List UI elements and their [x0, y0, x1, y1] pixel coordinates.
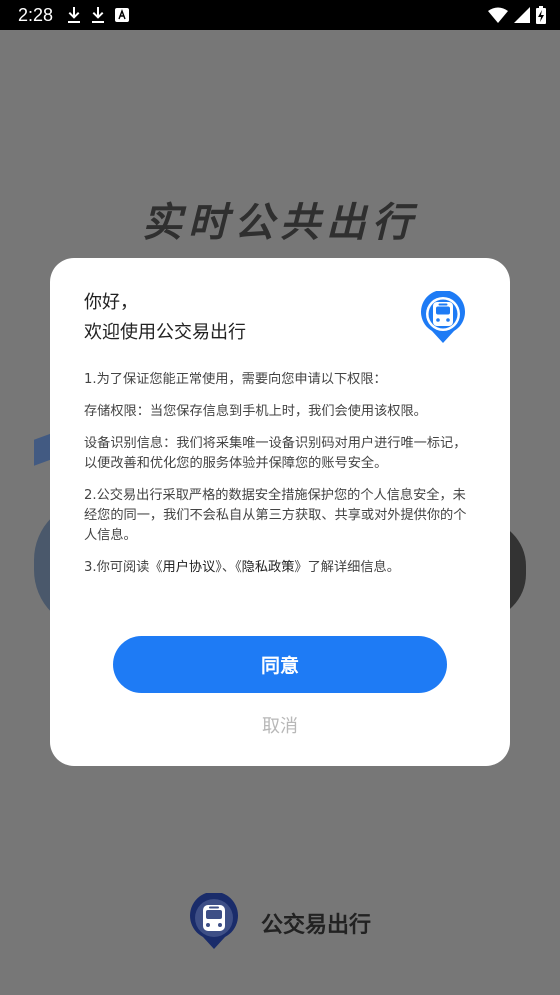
brand-footer: 公交易出行: [0, 891, 560, 953]
download-icon: [91, 7, 105, 23]
policy-paragraph: 3.你可阅读《用户协议》、《隐私政策》了解详细信息。: [84, 558, 476, 578]
status-bar: 2:28: [0, 0, 560, 30]
policy-text: 》、《: [215, 560, 242, 575]
wifi-icon: [488, 7, 508, 23]
permission-paragraph: 2.公交易出行采取严格的数据安全措施保护您的个人信息安全，未经您的同一，我们不会…: [84, 488, 467, 543]
policy-text: 》了解详细信息。: [294, 560, 400, 575]
privacy-policy-link[interactable]: 隐私政策: [242, 560, 295, 575]
splash-title: 实时公共出行: [142, 200, 418, 246]
cancel-button[interactable]: 取消: [50, 712, 510, 738]
battery-charging-icon: [536, 6, 546, 24]
dialog-body: 1.为了保证您能正常使用，需要向您申请以下权限： 存储权限：当您保存信息到手机上…: [84, 370, 476, 590]
agree-button[interactable]: 同意: [113, 636, 447, 693]
bus-logo-icon: [189, 891, 239, 953]
policy-text: 3.你可阅读《: [84, 560, 163, 575]
permission-paragraph: 存储权限：当您保存信息到手机上时，我们会使用该权限。: [84, 404, 427, 419]
font-badge-icon: [115, 8, 130, 22]
privacy-dialog: 你好， 欢迎使用公交易出行 1.为了保证您能正常使用，需要向您申请以下权限： 存…: [50, 258, 510, 766]
bus-logo-icon: [420, 289, 466, 347]
cellular-signal-icon: [514, 7, 530, 23]
user-agreement-link[interactable]: 用户协议: [163, 560, 216, 575]
permission-paragraph: 设备识别信息：我们将采集唯一设备识别码对用户进行唯一标记，以便改善和优化您的服务…: [84, 436, 467, 471]
permission-paragraph: 1.为了保证您能正常使用，需要向您申请以下权限：: [84, 372, 387, 387]
greeting-line-2: 欢迎使用公交易出行: [84, 322, 246, 343]
download-icon: [67, 7, 81, 23]
dialog-greeting: 你好， 欢迎使用公交易出行: [84, 288, 246, 348]
status-time: 2:28: [18, 4, 54, 25]
greeting-line-1: 你好，: [84, 292, 138, 313]
brand-name: 公交易出行: [260, 913, 371, 938]
